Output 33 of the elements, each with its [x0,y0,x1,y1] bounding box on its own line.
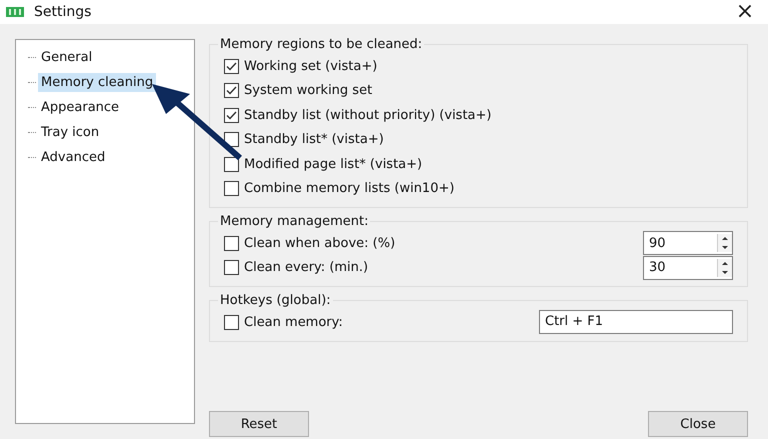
checkbox[interactable] [224,314,239,330]
checkbox[interactable] [224,260,239,276]
group-title: Hotkeys (global): [219,293,332,308]
group-title: Memory regions to be cleaned: [219,37,424,52]
tree-item[interactable]: Advanced [38,148,108,167]
checkbox-label: Standby list (without priority) (vista+) [244,108,492,123]
checkbox-label: Clean memory: [244,314,343,330]
checkbox-label: Combine memory lists (win10+) [244,181,454,196]
spin-field[interactable]: 90 [643,231,733,256]
tree-item[interactable]: Memory cleaning [38,73,156,92]
close-dialog-button[interactable]: Close [648,411,748,437]
tree-item[interactable]: Appearance [38,98,122,117]
app-icon [6,7,24,17]
checkbox-label: Clean when above: (%) [244,236,396,251]
checkbox[interactable] [224,58,239,74]
close-button[interactable]: × [722,0,768,24]
checkbox-label: Standby list* (vista+) [244,132,384,148]
hotkey-field[interactable]: Ctrl + F1 [539,310,733,334]
checkbox-label: Working set (vista+) [244,58,378,74]
checkbox[interactable] [224,83,239,98]
checkbox[interactable] [224,181,239,196]
checkbox-label: System working set [244,83,372,98]
tree-item[interactable]: Tray icon [38,123,102,142]
checkbox-label: Clean every: (min.) [244,260,368,276]
checkbox[interactable] [224,156,239,172]
checkbox[interactable] [224,108,239,123]
tree-item[interactable]: General [38,48,96,67]
checkbox-label: Modified page list* (vista+) [244,156,422,172]
spin-field[interactable]: 30 [643,256,733,280]
group-title: Memory management: [219,214,370,229]
reset-button[interactable]: Reset [209,411,309,437]
checkbox[interactable] [224,236,239,251]
window-title: Settings [34,4,92,20]
